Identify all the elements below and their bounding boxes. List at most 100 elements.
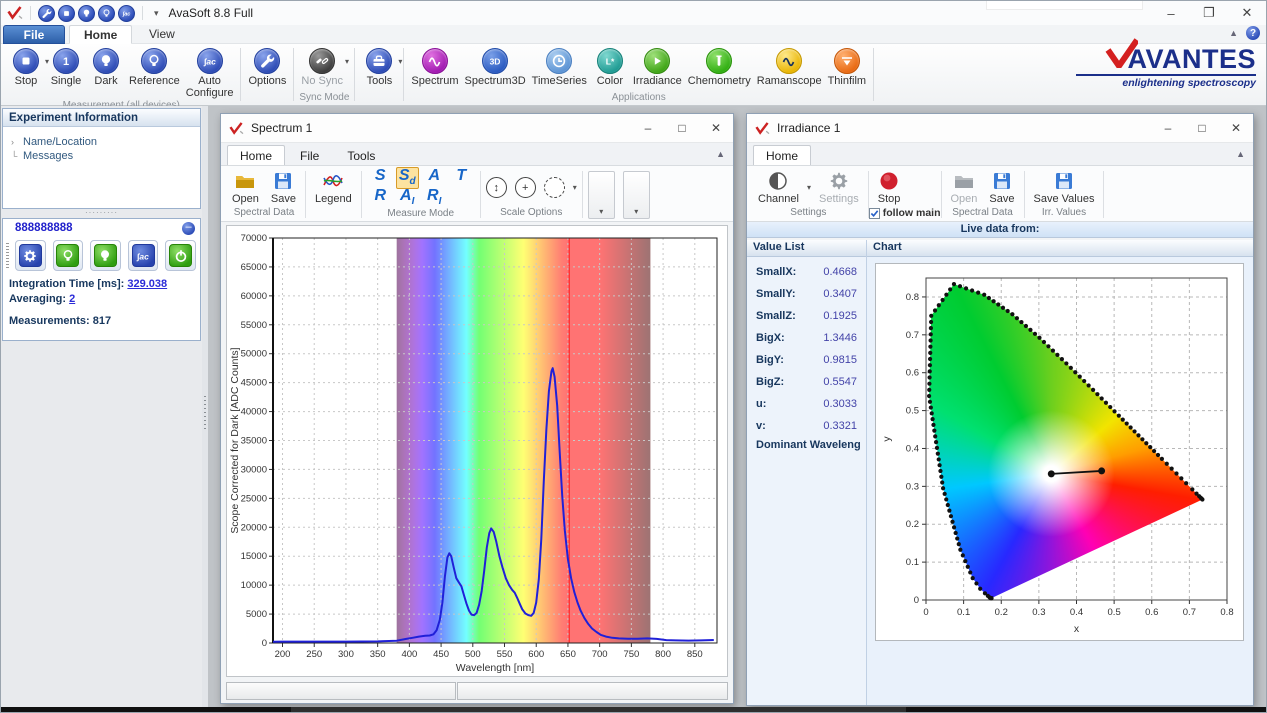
zoom-region-icon[interactable] (544, 177, 565, 198)
svg-text:∫ac: ∫ac (136, 251, 149, 261)
irradiance-toolbar: Channel ▾ Settings Settings Stop (747, 166, 1253, 222)
device-reference-button[interactable] (90, 240, 121, 271)
collapse-toolbar-icon[interactable]: ▲ (1236, 149, 1245, 159)
maximize-button[interactable]: □ (1185, 114, 1219, 142)
device-settings-button[interactable] (15, 240, 46, 271)
spectrum-window: Spectrum 1 – □ ✕ Home File Tools ▲ Open (220, 113, 734, 704)
qat-reference-button[interactable] (98, 5, 115, 22)
group-caption: Irr. Values (1025, 207, 1104, 221)
channel-button[interactable]: Channel (754, 169, 803, 206)
save-button[interactable]: Save (985, 169, 1018, 206)
save-button[interactable]: Save (267, 169, 300, 206)
irradiance-window-titlebar[interactable]: Irradiance 1 – □ ✕ (747, 114, 1253, 143)
svg-text:10000: 10000 (241, 580, 267, 591)
experiment-information-panel: Experiment Information › Name/Location └… (2, 108, 201, 209)
open-button[interactable]: Open (228, 169, 263, 206)
stop-button[interactable]: Stop ▾ (6, 47, 46, 89)
irradiance-app-button[interactable]: Irradiance (630, 47, 685, 89)
thinfilm-app-button[interactable]: Thinfilm (825, 47, 870, 89)
settings-button[interactable]: Settings (815, 169, 863, 206)
separator (873, 48, 874, 101)
mode-transmittance-button[interactable]: T (454, 168, 468, 187)
folder-icon (953, 170, 975, 192)
device-auto-configure-button[interactable]: ∫ac (128, 240, 159, 271)
no-sync-button[interactable]: No Sync ▾ (298, 47, 346, 89)
tab-home[interactable]: Home (69, 25, 132, 44)
maximize-button[interactable]: □ (665, 114, 699, 142)
drag-grip[interactable] (6, 243, 9, 269)
ramanscope-app-button[interactable]: Ramanscope (754, 47, 825, 89)
legend-button[interactable]: Legend (311, 169, 356, 206)
tree-item-messages[interactable]: └ Messages (11, 149, 200, 163)
options-button[interactable]: Options (245, 47, 289, 89)
mode-absolute-irradiance-button[interactable]: AI (398, 188, 416, 207)
gallery-dropdown-2[interactable]: ▾ (623, 171, 650, 219)
dropdown-arrow-icon[interactable]: ▾ (807, 183, 811, 192)
mode-relative-irradiance-button[interactable]: RI (425, 188, 443, 207)
tools-button[interactable]: Tools ▾ (359, 47, 399, 89)
scale-y-axis-icon[interactable]: ↕ (486, 177, 507, 198)
spectrum-plot[interactable]: 2002503003504004505005506006507007508008… (226, 225, 728, 677)
dropdown-arrow-icon[interactable]: ▾ (398, 58, 402, 66)
mode-reflectance-button[interactable]: R (372, 188, 388, 207)
quick-access-toolbar: ∫ac ▾ (7, 5, 163, 22)
cie-plot[interactable]: 00.10.20.30.40.50.60.70.800.10.20.30.40.… (875, 263, 1244, 641)
dropdown-arrow-icon[interactable]: ▾ (573, 183, 577, 192)
ribbon-group-options: Options (242, 44, 292, 105)
mode-scope-button[interactable]: S (373, 168, 388, 187)
spectrum3d-app-button[interactable]: 3D Spectrum3D (462, 47, 529, 89)
device-power-button[interactable] (165, 240, 196, 271)
tab-home[interactable]: Home (227, 145, 285, 165)
mode-scope-minus-dark-button[interactable]: Sd (396, 167, 419, 188)
dark-button[interactable]: Dark (86, 47, 126, 89)
close-button[interactable]: ✕ (1219, 114, 1253, 142)
tab-home[interactable]: Home (753, 145, 811, 165)
scale-both-axes-icon[interactable]: + (515, 177, 536, 198)
expander-icon[interactable]: › (11, 137, 19, 147)
qat-auto-configure-button[interactable]: ∫ac (118, 5, 135, 22)
qat-options-button[interactable] (38, 5, 55, 22)
tab-file[interactable]: File (3, 25, 65, 44)
collapse-ribbon-icon[interactable]: ▲ (1229, 28, 1238, 38)
tab-view[interactable]: View (135, 25, 189, 44)
device-dark-button[interactable] (53, 240, 84, 271)
spectrum-app-button[interactable]: Spectrum (408, 47, 461, 89)
minimize-button[interactable]: – (1151, 114, 1185, 142)
toolbox-icon (366, 48, 392, 74)
auto-configure-icon: ∫ac (197, 48, 223, 74)
timeseries-app-button[interactable]: TimeSeries (529, 47, 590, 89)
customize-qat-dropdown-icon[interactable]: ▾ (154, 8, 159, 19)
averaging-value-link[interactable]: 2 (69, 293, 75, 305)
close-button[interactable]: ✕ (1228, 1, 1266, 25)
auto-configure-button[interactable]: ∫ac Auto Configure (183, 47, 237, 100)
save-values-button[interactable]: Save Values (1030, 169, 1099, 206)
maximize-button[interactable]: ❐ (1190, 1, 1228, 25)
avantes-brand-text: AVANTES (1076, 46, 1256, 73)
collapse-toolbar-icon[interactable]: ▲ (716, 149, 725, 159)
mode-absorbance-button[interactable]: A (426, 168, 442, 187)
avantes-logo: AVANTES enlightening spectroscopy (1076, 46, 1256, 89)
svg-text:650: 650 (560, 649, 576, 660)
open-button[interactable]: Open (947, 169, 982, 206)
spectrum-window-titlebar[interactable]: Spectrum 1 – □ ✕ (221, 114, 733, 143)
tab-file[interactable]: File (287, 145, 332, 165)
tree-item-name-location[interactable]: › Name/Location (11, 135, 200, 149)
tab-tools[interactable]: Tools (334, 145, 388, 165)
dropdown-arrow-icon[interactable]: ▾ (345, 58, 349, 66)
collapse-device-panel-button[interactable]: – (182, 222, 195, 235)
horizontal-splitter[interactable]: ········· (1, 210, 202, 217)
integration-time-value-link[interactable]: 329.038 (127, 278, 167, 290)
close-button[interactable]: ✕ (699, 114, 733, 142)
single-button[interactable]: 1 Single (46, 47, 86, 89)
qat-stop-button[interactable] (58, 5, 75, 22)
reference-button[interactable]: Reference (126, 47, 183, 89)
follow-main-checkbox[interactable]: follow main (869, 207, 941, 219)
help-icon[interactable]: ? (1246, 26, 1260, 40)
chemometry-app-button[interactable]: Chemometry (685, 47, 754, 89)
irradiance-stop-button[interactable]: Stop (874, 169, 905, 206)
minimize-button[interactable]: – (1152, 1, 1190, 25)
minimize-button[interactable]: – (631, 114, 665, 142)
qat-dark-button[interactable] (78, 5, 95, 22)
gallery-dropdown-1[interactable]: ▾ (588, 171, 615, 219)
color-app-button[interactable]: L* Color (590, 47, 630, 89)
